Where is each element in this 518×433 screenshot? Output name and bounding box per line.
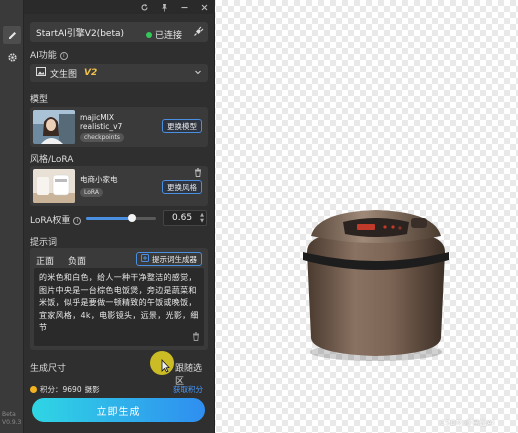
refresh-icon[interactable]	[139, 2, 149, 12]
lora-weight-label-text: LoRA权重	[30, 216, 71, 226]
ai-function-value: 文生图	[50, 69, 78, 80]
ai-function-select[interactable]: 文生图 V2	[30, 64, 208, 82]
clear-prompt-icon[interactable]	[192, 332, 200, 344]
edit-icon[interactable]	[3, 26, 21, 44]
tab-negative[interactable]: 负面	[68, 254, 86, 267]
lora-card: 电商小家电 LoRA 更换风格	[30, 166, 208, 206]
chevron-down-icon	[194, 68, 202, 79]
lora-name: 电商小家电	[80, 175, 118, 184]
version-tag: V2	[84, 68, 98, 78]
prompt-section-label: 提示词	[30, 238, 58, 248]
slider-fill	[86, 217, 132, 220]
ai-function-label: AI功能 i	[30, 48, 68, 61]
size-row: 生成尺寸 跟随选区	[30, 358, 208, 387]
engine-selector[interactable]: StartAI引擎V2(beta) 已连接	[30, 22, 208, 42]
lora-weight-label: LoRA权重 i	[30, 213, 82, 226]
lora-thumbnail	[33, 169, 75, 203]
info-icon[interactable]: i	[73, 217, 82, 225]
cursor-highlight	[150, 351, 174, 375]
prompt-generator-label: 提示词生成器	[152, 254, 197, 264]
points-value: 积分：9690	[40, 385, 82, 394]
status-dot-icon	[145, 31, 152, 38]
model-thumbnail	[33, 110, 75, 144]
connect-plug-icon[interactable]	[192, 26, 204, 38]
lora-weight-slider[interactable]	[86, 214, 156, 222]
sparkle-icon	[141, 254, 149, 264]
points-unit: 摄影	[84, 385, 100, 394]
version-number: V0.9.3	[2, 419, 22, 426]
prompt-generator-button[interactable]: 提示词生成器	[136, 252, 202, 266]
image-icon	[36, 67, 46, 79]
info-icon[interactable]: i	[59, 52, 68, 60]
lora-tag: LoRA	[80, 188, 103, 197]
version-label: Beta	[2, 411, 16, 418]
prompt-panel: 正面 负面 提示词生成器 的米色和白色，给人一种干净整洁的感觉，图片中央是一台棕…	[30, 248, 208, 350]
minimize-icon[interactable]	[179, 2, 189, 12]
lora-weight-value: 0.65	[172, 213, 193, 223]
model-card: majicMIX realistic_v7 checkpoints 更换模型	[30, 107, 208, 147]
slider-handle[interactable]	[127, 214, 136, 222]
engine-name: StartAI引擎V2(beta)	[36, 28, 124, 39]
rice-cooker-image	[293, 200, 459, 369]
model-tag: checkpoints	[80, 133, 124, 142]
stepper-arrows-icon[interactable]: ▲ ▼	[200, 212, 204, 224]
points-display: 积分：9690 摄影	[30, 384, 100, 395]
prompt-textarea[interactable]: 的米色和白色，给人一种干净整洁的感觉，图片中央是一台棕色电饭煲，旁边是蔬菜和米饭…	[34, 268, 204, 346]
size-label: 生成尺寸	[30, 364, 67, 374]
tab-positive[interactable]: 正面	[36, 254, 54, 267]
lora-weight-input[interactable]: 0.65 ▲ ▼	[163, 210, 207, 226]
model-name: majicMIX realistic_v7	[80, 113, 123, 131]
change-model-button[interactable]: 更换模型	[162, 119, 202, 133]
ai-function-label-text: AI功能	[30, 51, 57, 61]
gear-icon[interactable]	[3, 48, 21, 66]
coin-icon	[30, 386, 37, 393]
connection-status: 已连接	[145, 28, 182, 41]
lora-section-label: 风格/LoRA	[30, 155, 74, 165]
model-section-label: 模型	[30, 95, 49, 105]
watermark-text: CSDN @已是AI	[440, 419, 496, 427]
pin-icon[interactable]	[159, 2, 169, 12]
change-style-button[interactable]: 更换风格	[162, 180, 202, 194]
generate-button[interactable]: 立即生成	[32, 398, 205, 422]
trash-icon[interactable]	[194, 168, 202, 180]
connection-status-text: 已连接	[154, 31, 182, 41]
version-text: Beta V0.9.3	[2, 411, 21, 427]
panel-topbar	[24, 0, 215, 14]
get-points-link[interactable]: 获取积分	[173, 384, 203, 395]
close-icon[interactable]	[199, 2, 209, 12]
tool-rail: Beta V0.9.3	[0, 0, 24, 433]
